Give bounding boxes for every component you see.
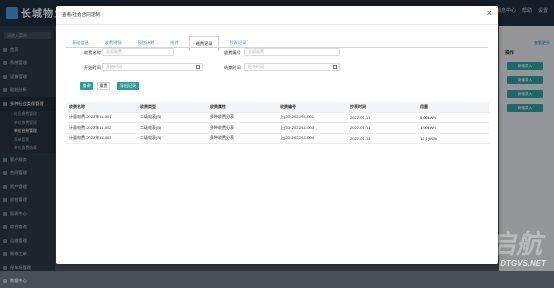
table-cell: 2022-01-11: [347, 136, 417, 141]
table-cell: 多种收费分表: [207, 135, 277, 141]
watermark-text: DTGVS.NET: [500, 259, 546, 268]
column-header: 收费编号: [277, 104, 347, 110]
column-header: 收费属性: [207, 104, 277, 110]
table-cell: 计量电费-2022年11-001: [66, 114, 137, 120]
table-cell: 二级电表(B): [137, 135, 207, 141]
code-label: 收费编号: [224, 50, 241, 56]
close-icon[interactable]: ×: [487, 9, 492, 18]
start-time-label: 开始时间: [84, 65, 101, 71]
table-row[interactable]: 计量电费-2022年11-002二级电表(B)多种收费分表上(2D-2022/1…: [66, 123, 489, 134]
table-cell: 多种收费分表: [207, 125, 277, 131]
end-time-label: 结束时间: [224, 65, 241, 71]
record-modal: 查看/社会合同定制 × 基础信息收费明细预估计划附件缴费记录抄表记录 收费名称 …: [56, 6, 498, 264]
code-input[interactable]: 全部收费: [244, 48, 340, 56]
modal-title: 查看/社会合同定制: [62, 12, 100, 18]
table-row[interactable]: 计量电费-2022年11-003二级电表(B)多种收费分表上(2D-2022/1…: [66, 134, 489, 145]
table-cell: 计量电费-2022年11-003: [66, 135, 137, 141]
table-cell: 二级电表(B): [137, 114, 207, 120]
name-input[interactable]: 全部收费: [102, 48, 174, 56]
table-body: 计量电费-2022年11-001二级电表(B)多种收费分表上(2D-2022/1…: [66, 113, 489, 145]
sidebar-item[interactable]: 数据中心: [0, 275, 55, 288]
table-cell: 多种收费分表: [207, 114, 277, 120]
table-cell: 5.00kWh: [417, 115, 489, 120]
column-header: 抄表时间: [347, 104, 417, 110]
table-cell: 上(2D-2022/11-001: [277, 114, 347, 120]
tab[interactable]: 基础信息: [66, 36, 95, 51]
calendar-icon: [333, 65, 337, 69]
export-button[interactable]: 导出记录: [117, 82, 139, 90]
table-row[interactable]: 计量电费-2022年11-001二级电表(B)多种收费分表上(2D-2022/1…: [66, 113, 489, 124]
table-cell: 上(2D-2022/11-004: [277, 135, 347, 141]
table-cell: 2022-01-11: [347, 125, 417, 130]
menu-icon: [3, 279, 7, 283]
column-header: 收费类型: [137, 104, 207, 110]
name-label: 收费名称: [84, 50, 101, 56]
table-cell: 上(2D-2022/11-003: [277, 125, 347, 131]
reset-button[interactable]: 重置: [97, 82, 110, 90]
table-cell: 计量电费-2022年11-002: [66, 125, 137, 131]
tab[interactable]: 缴费记录: [189, 36, 220, 51]
start-time-input[interactable]: 开始时间: [102, 63, 203, 71]
table-cell: 1.50kWh: [417, 125, 489, 130]
table-cell: 2022-01-11: [347, 115, 417, 120]
end-time-input[interactable]: 结束时间: [244, 63, 340, 71]
table-cell: 二级电表(B): [137, 125, 207, 131]
column-header: 用量: [417, 104, 489, 110]
search-button[interactable]: 查询: [80, 82, 93, 90]
records-table: 收费名称 收费类型 收费属性 收费编号 抄表时间 用量 计量电费-2022年11…: [66, 102, 489, 144]
modal-divider: [56, 24, 498, 25]
table-cell: 12.1(kWh: [417, 136, 489, 141]
calendar-icon: [196, 65, 200, 69]
column-header: 收费名称: [66, 104, 137, 110]
table-header: 收费名称 收费类型 收费属性 收费编号 抄表时间 用量: [66, 102, 489, 113]
